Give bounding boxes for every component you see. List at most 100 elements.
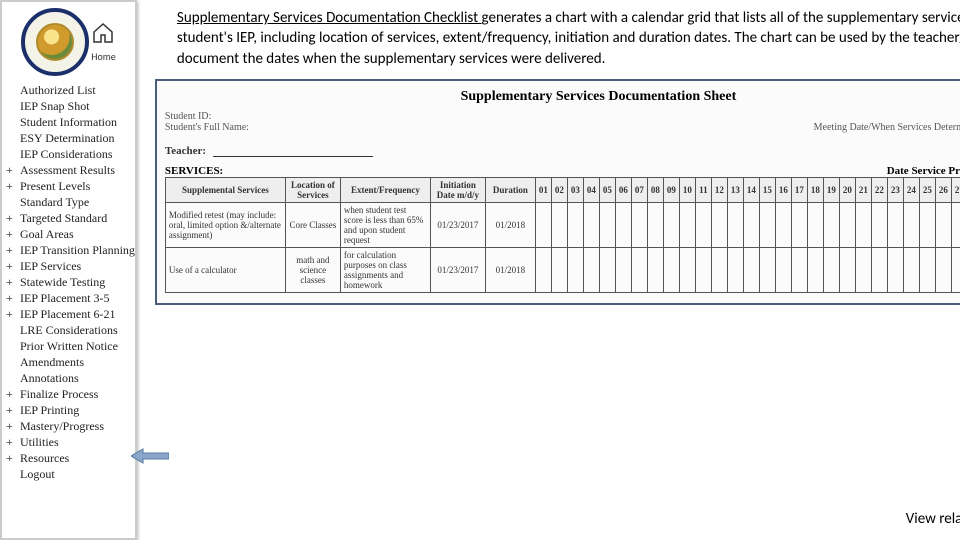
th-day: 13 [727, 177, 743, 202]
sidebar-item-lre-considerations[interactable]: LRE Considerations [2, 322, 135, 338]
sidebar-item-amendments[interactable]: Amendments [2, 354, 135, 370]
sidebar-item-label: IEP Printing [20, 403, 79, 417]
sidebar-item-goal-areas[interactable]: +Goal Areas [2, 226, 135, 242]
sidebar-item-standard-type[interactable]: Standard Type [2, 194, 135, 210]
sidebar-item-iep-placement-3-5[interactable]: +IEP Placement 3-5 [2, 290, 135, 306]
cell-day [535, 247, 551, 292]
cell-day [599, 202, 615, 247]
cell-day [855, 202, 871, 247]
plus-icon[interactable]: + [6, 259, 20, 273]
plus-icon[interactable]: + [6, 179, 20, 193]
plus-icon[interactable]: + [6, 307, 20, 321]
services-table: Supplemental ServicesLocation of Service… [165, 177, 960, 293]
home-label: Home [91, 50, 115, 63]
cell-day [567, 247, 583, 292]
student-name-label: Student's Full Name: [165, 122, 249, 133]
th-day: 21 [855, 177, 871, 202]
meeting-date-label: Meeting Date/When Services Determined: 0… [814, 122, 960, 133]
plus-icon[interactable]: + [6, 163, 20, 177]
sidebar-item-resources[interactable]: +Resources [2, 450, 135, 466]
cell-day [711, 247, 727, 292]
view-related-slide-link[interactable]: View related slide [906, 507, 960, 530]
plus-icon[interactable]: + [6, 419, 20, 433]
sidebar-item-present-levels[interactable]: +Present Levels [2, 178, 135, 194]
cell-day [743, 202, 759, 247]
cell-day [935, 202, 951, 247]
cell-day [535, 202, 551, 247]
cell-day [583, 202, 599, 247]
sidebar-item-iep-services[interactable]: +IEP Services [2, 258, 135, 274]
cell-day [727, 202, 743, 247]
cell-extent: when student test score is less than 65%… [340, 202, 430, 247]
cell-day [823, 247, 839, 292]
sidebar-item-statewide-testing[interactable]: +Statewide Testing [2, 274, 135, 290]
cell-location: Core Classes [285, 202, 340, 247]
cell-day [919, 202, 935, 247]
teacher-label: Teacher: [165, 145, 206, 157]
main-content: Supplementary Services Documentation Che… [137, 0, 960, 540]
sidebar-item-label: IEP Transition Planning [20, 243, 135, 257]
cell-day [839, 247, 855, 292]
plus-icon[interactable]: + [6, 451, 20, 465]
view-related-label: View related slide [906, 510, 960, 528]
sidebar-item-label: IEP Placement 6-21 [20, 307, 116, 321]
home-button[interactable]: Home [91, 21, 115, 63]
cell-day [631, 247, 647, 292]
th-day: 20 [839, 177, 855, 202]
home-icon [91, 21, 115, 48]
intro-link[interactable]: Supplementary Services Documentation Che… [177, 9, 482, 27]
plus-icon[interactable]: + [6, 275, 20, 289]
sidebar-item-authorized-list[interactable]: Authorized List [2, 82, 135, 98]
sidebar-item-iep-printing[interactable]: +IEP Printing [2, 402, 135, 418]
th-duration: Duration [485, 177, 535, 202]
sidebar-item-label: Student Information [20, 115, 117, 129]
plus-icon[interactable]: + [6, 227, 20, 241]
sidebar-item-targeted-standard[interactable]: +Targeted Standard [2, 210, 135, 226]
plus-icon[interactable]: + [6, 291, 20, 305]
th-initiation: Initiation Date m/d/y [430, 177, 485, 202]
th-day: 23 [887, 177, 903, 202]
plus-icon[interactable]: + [6, 387, 20, 401]
cell-day [727, 247, 743, 292]
sidebar-item-mastery-progress[interactable]: +Mastery/Progress [2, 418, 135, 434]
sidebar-item-label: IEP Snap Shot [20, 99, 90, 113]
cell-day [919, 247, 935, 292]
sidebar-item-assessment-results[interactable]: +Assessment Results [2, 162, 135, 178]
th-day: 17 [791, 177, 807, 202]
sidebar-item-label: Utilities [20, 435, 59, 449]
sidebar-item-iep-considerations[interactable]: IEP Considerations [2, 146, 135, 162]
cell-day [839, 202, 855, 247]
cell-day [951, 202, 960, 247]
cell-day [695, 247, 711, 292]
sidebar-item-iep-placement-6-21[interactable]: +IEP Placement 6-21 [2, 306, 135, 322]
sidebar-item-iep-transition-planning[interactable]: +IEP Transition Planning [2, 242, 135, 258]
cell-day [807, 247, 823, 292]
sidebar-item-label: Mastery/Progress [20, 419, 104, 433]
sidebar-item-label: Present Levels [20, 179, 90, 193]
sidebar-item-annotations[interactable]: Annotations [2, 370, 135, 386]
cell-day [871, 247, 887, 292]
th-day: 08 [647, 177, 663, 202]
sidebar-item-student-information[interactable]: Student Information [2, 114, 135, 130]
cell-day [567, 202, 583, 247]
cell-day [743, 247, 759, 292]
sidebar-item-esy-determination[interactable]: ESY Determination [2, 130, 135, 146]
cell-initiation: 01/23/2017 [430, 247, 485, 292]
plus-icon[interactable]: + [6, 403, 20, 417]
sidebar-item-prior-written-notice[interactable]: Prior Written Notice [2, 338, 135, 354]
sidebar-item-label: IEP Services [20, 259, 81, 273]
sidebar-item-label: Prior Written Notice [20, 339, 118, 353]
table-row: Modified retest (may include: oral, limi… [165, 202, 960, 247]
plus-icon[interactable]: + [6, 211, 20, 225]
sidebar-item-utilities[interactable]: +Utilities [2, 434, 135, 450]
plus-icon[interactable]: + [6, 435, 20, 449]
plus-icon[interactable]: + [6, 243, 20, 257]
sidebar-item-logout[interactable]: Logout [2, 466, 135, 482]
sidebar-item-finalize-process[interactable]: +Finalize Process [2, 386, 135, 402]
sidebar-item-label: IEP Placement 3-5 [20, 291, 110, 305]
th-day: 27 [951, 177, 960, 202]
cell-day [791, 202, 807, 247]
cell-day [903, 247, 919, 292]
th-day: 02 [551, 177, 567, 202]
sidebar-item-iep-snap-shot[interactable]: IEP Snap Shot [2, 98, 135, 114]
